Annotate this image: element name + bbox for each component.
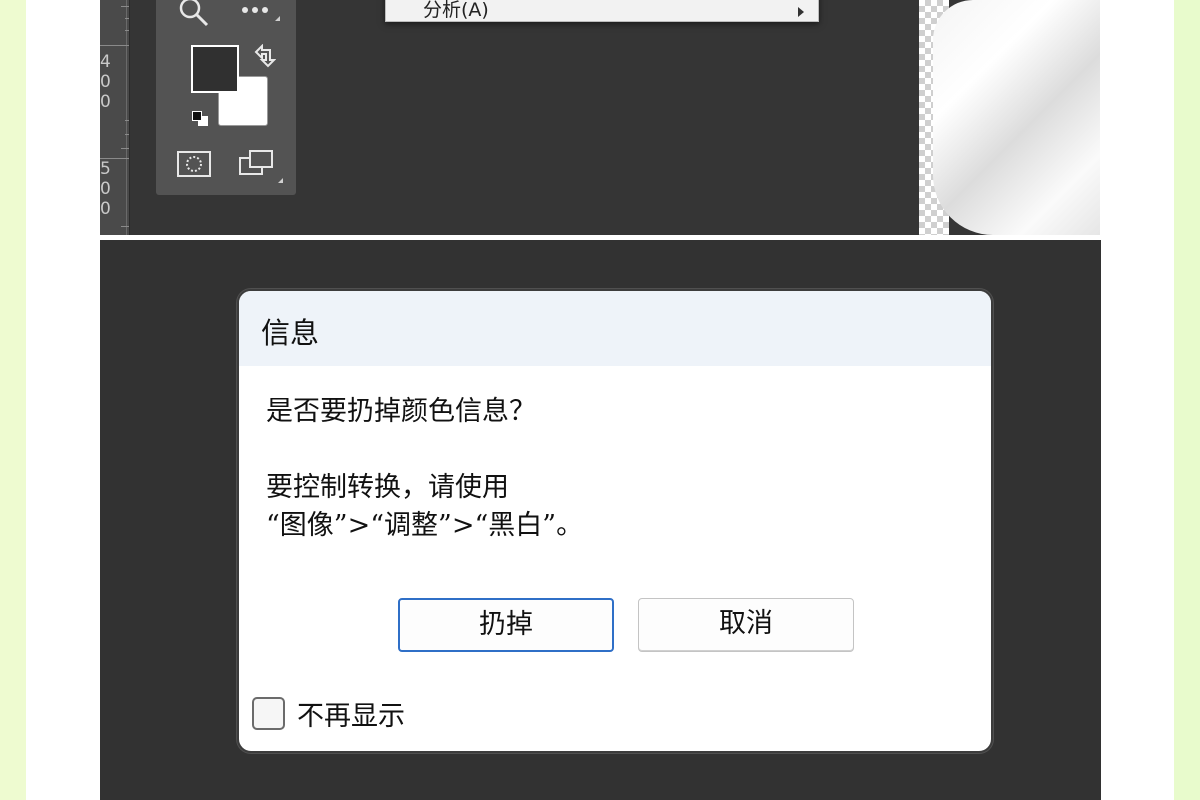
context-menu: 分析(A) xyxy=(385,0,819,22)
discard-button[interactable]: 扔掉 xyxy=(398,598,614,652)
dialog-title-bar: 信息 xyxy=(239,291,991,366)
right-margin-strip xyxy=(1174,0,1200,800)
dialog-screenshot: 信息 是否要扔掉颜色信息？ 要控制转换，请使用 “图像”>“调整”>“黑白”。 … xyxy=(100,240,1101,800)
cancel-button[interactable]: 取消 xyxy=(638,598,854,652)
dialog-title: 信息 xyxy=(261,316,320,350)
zoom-icon[interactable] xyxy=(176,0,212,28)
tools-panel xyxy=(156,0,296,195)
dont-show-again-checkbox[interactable] xyxy=(252,697,285,730)
photoshop-workspace-screenshot: 4 0 0 5 0 0 分析(A) xyxy=(100,0,1100,235)
ruler-number: 4 xyxy=(100,52,111,72)
menu-item-analysis[interactable]: 分析(A) xyxy=(423,0,489,23)
ruler-number: 5 xyxy=(100,159,111,179)
dont-show-again-label: 不再显示 xyxy=(297,701,405,732)
ruler-number: 0 xyxy=(100,199,111,219)
screen-mode-icon[interactable] xyxy=(238,148,276,178)
photo-content xyxy=(933,0,1100,235)
ruler-number: 0 xyxy=(100,72,111,92)
ruler-number: 0 xyxy=(100,92,111,112)
left-margin-strip xyxy=(0,0,26,800)
dialog-hint-line2: “图像”>“调整”>“黑白”。 xyxy=(266,510,584,541)
foreground-color-swatch[interactable] xyxy=(191,45,239,93)
vertical-ruler: 4 0 0 5 0 0 xyxy=(100,0,130,235)
info-dialog: 信息 是否要扔掉颜色信息？ 要控制转换，请使用 “图像”>“调整”>“黑白”。 … xyxy=(237,289,993,753)
canvas-image-area xyxy=(919,0,1100,235)
dialog-question: 是否要扔掉颜色信息？ xyxy=(266,396,536,427)
swap-colors-icon[interactable] xyxy=(252,44,276,68)
submenu-arrow-icon xyxy=(798,7,804,17)
more-tools-icon[interactable] xyxy=(240,4,276,16)
ruler-number: 0 xyxy=(100,179,111,199)
quick-mask-icon[interactable] xyxy=(176,150,212,178)
dialog-hint-line1: 要控制转换，请使用 xyxy=(266,472,509,503)
